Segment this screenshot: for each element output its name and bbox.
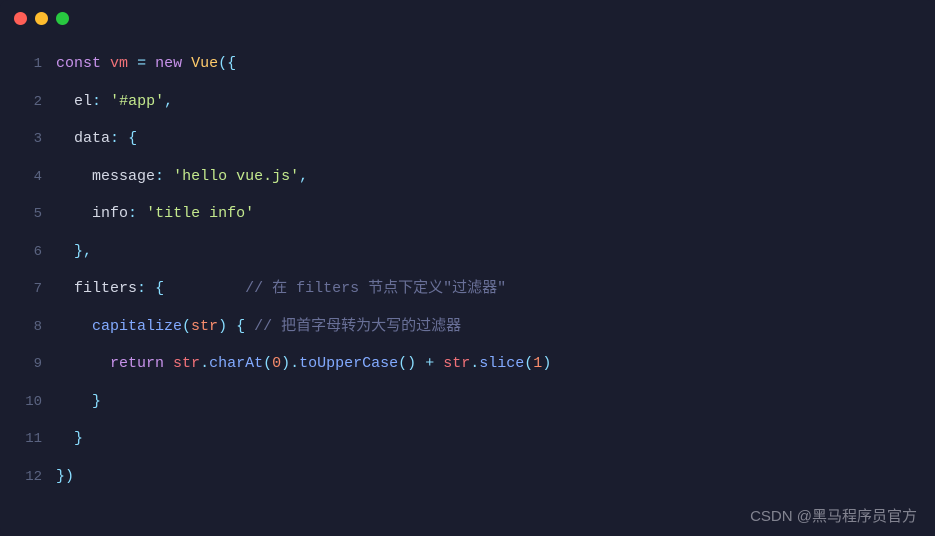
code-line: 12}) [18, 458, 917, 496]
window-controls [0, 12, 935, 45]
line-number: 9 [18, 347, 42, 382]
line-number: 11 [18, 422, 42, 457]
code-content: } [56, 420, 83, 458]
code-content: } [56, 383, 101, 421]
line-number: 2 [18, 85, 42, 120]
code-content: data: { [56, 120, 137, 158]
code-line: 7 filters: { // 在 filters 节点下定义"过滤器" [18, 270, 917, 308]
line-number: 12 [18, 460, 42, 495]
code-line: 9 return str.charAt(0).toUpperCase() + s… [18, 345, 917, 383]
line-number: 7 [18, 272, 42, 307]
code-area: 1const vm = new Vue({2 el: '#app',3 data… [0, 45, 935, 495]
line-number: 5 [18, 197, 42, 232]
line-number: 10 [18, 385, 42, 420]
code-line: 10 } [18, 383, 917, 421]
code-line: 6 }, [18, 233, 917, 271]
line-number: 4 [18, 160, 42, 195]
code-content: info: 'title info' [56, 195, 254, 233]
code-content: }) [56, 458, 74, 496]
code-line: 3 data: { [18, 120, 917, 158]
close-icon[interactable] [14, 12, 27, 25]
code-content: const vm = new Vue({ [56, 45, 236, 83]
code-line: 1 const vm = new Vue({ [18, 45, 917, 83]
line-number: 1 [18, 47, 42, 82]
maximize-icon[interactable] [56, 12, 69, 25]
code-content: return str.charAt(0).toUpperCase() + str… [56, 345, 551, 383]
code-editor-window: 1const vm = new Vue({2 el: '#app',3 data… [0, 0, 935, 536]
line-number: 6 [18, 235, 42, 270]
line-number: 8 [18, 310, 42, 345]
code-line: 5 info: 'title info' [18, 195, 917, 233]
code-line: 4 message: 'hello vue.js', [18, 158, 917, 196]
line-number: 3 [18, 122, 42, 157]
code-line: 11 } [18, 420, 917, 458]
code-content: filters: { // 在 filters 节点下定义"过滤器" [56, 270, 506, 308]
code-line: 2 el: '#app', [18, 83, 917, 121]
code-content: capitalize(str) { // 把首字母转为大写的过滤器 [56, 308, 461, 346]
watermark-text: CSDN @黑马程序员官方 [750, 505, 917, 526]
minimize-icon[interactable] [35, 12, 48, 25]
code-line: 8 capitalize(str) { // 把首字母转为大写的过滤器 [18, 308, 917, 346]
code-content: message: 'hello vue.js', [56, 158, 308, 196]
code-content: el: '#app', [56, 83, 173, 121]
code-content: }, [56, 233, 92, 271]
